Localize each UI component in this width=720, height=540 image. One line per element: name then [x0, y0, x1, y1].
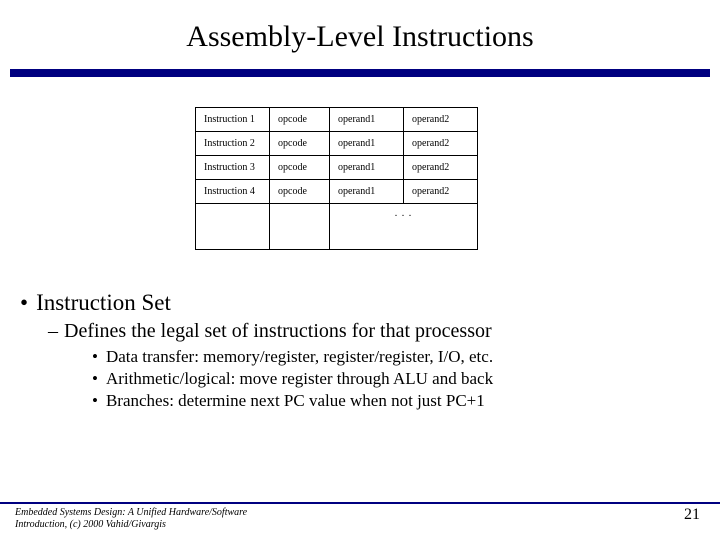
dot-icon: •: [92, 391, 98, 410]
table-row: Instruction 1 opcode operand1 operand2: [196, 108, 478, 132]
cell-operand1: operand1: [330, 156, 404, 180]
bullet-level2: –Defines the legal set of instructions f…: [48, 320, 720, 343]
bullet-level3-text: Branches: determine next PC value when n…: [106, 391, 485, 410]
cell-opcode: opcode: [270, 132, 330, 156]
content-block: • Instruction Set –Defines the legal set …: [0, 290, 720, 411]
dash-icon: –: [48, 320, 58, 342]
footer-credit: Embedded Systems Design: A Unified Hardw…: [15, 507, 255, 530]
bullet-level3-text: Data transfer: memory/register, register…: [106, 347, 493, 366]
cell-operand2: operand2: [404, 156, 478, 180]
cell-blank: [270, 204, 330, 250]
bullet-level1: • Instruction Set: [20, 290, 720, 316]
cell-opcode: opcode: [270, 180, 330, 204]
cell-operand2: operand2: [404, 132, 478, 156]
cell-opcode: opcode: [270, 108, 330, 132]
footer: Embedded Systems Design: A Unified Hardw…: [0, 502, 720, 530]
bullet-level3: • Arithmetic/logical: move register throu…: [92, 369, 720, 389]
cell-instruction: Instruction 3: [196, 156, 270, 180]
bullet-level2-text: Defines the legal set of instructions fo…: [64, 320, 492, 342]
table-row: Instruction 2 opcode operand1 operand2: [196, 132, 478, 156]
cell-operand2: operand2: [404, 108, 478, 132]
table-row-ellipsis: . . .: [196, 204, 478, 250]
instruction-table: Instruction 1 opcode operand1 operand2 I…: [195, 107, 478, 250]
cell-instruction: Instruction 2: [196, 132, 270, 156]
cell-instruction: Instruction 4: [196, 180, 270, 204]
cell-operand1: operand1: [330, 132, 404, 156]
bullet-level1-text: Instruction Set: [36, 290, 171, 315]
cell-operand2: operand2: [404, 180, 478, 204]
dot-icon: •: [92, 369, 98, 388]
cell-ellipsis: . . .: [330, 204, 478, 250]
cell-instruction: Instruction 1: [196, 108, 270, 132]
cell-opcode: opcode: [270, 156, 330, 180]
title-rule: [10, 69, 710, 77]
dot-icon: •: [92, 347, 98, 366]
cell-blank: [196, 204, 270, 250]
table-row: Instruction 3 opcode operand1 operand2: [196, 156, 478, 180]
cell-operand1: operand1: [330, 180, 404, 204]
bullet-level3: • Data transfer: memory/register, registe…: [92, 347, 720, 367]
table-row: Instruction 4 opcode operand1 operand2: [196, 180, 478, 204]
bullet-level3: • Branches: determine next PC value when …: [92, 391, 720, 411]
slide-title: Assembly-Level Instructions: [0, 0, 720, 69]
bullet-level3-text: Arithmetic/logical: move register throug…: [106, 369, 493, 388]
bullet-icon: •: [20, 290, 28, 315]
cell-operand1: operand1: [330, 108, 404, 132]
footer-page-number: 21: [684, 506, 700, 524]
